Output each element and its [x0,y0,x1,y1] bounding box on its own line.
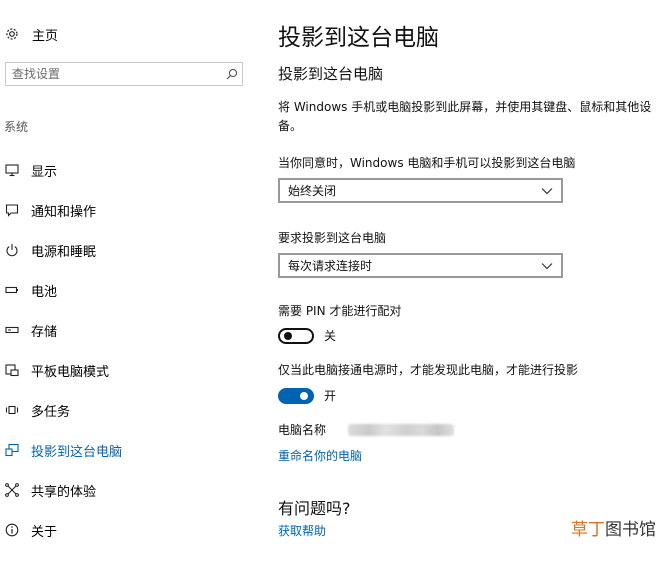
watermark: 草丁 图书馆 [571,515,656,540]
chevron-down-icon [541,260,553,272]
storage-icon [4,322,20,338]
sidebar-item-about[interactable]: 关于 [0,510,258,550]
power-toggle-state: 开 [324,389,337,403]
toggle-knob [300,391,308,400]
project-icon [4,442,20,458]
description-text: 将 Windows 手机或电脑投影到此屏幕，并使用其键盘、鼠标和其他设备。 [278,100,652,133]
power-icon [4,242,20,258]
sidebar: 主页 系统 显示 通知和操作 电源和睡眠 [0,0,258,561]
sidebar-item-project-to-pc[interactable]: 投影到这台电脑 [0,430,258,470]
sidebar-item-label: 平板电脑模式 [31,364,110,380]
sidebar-item-storage[interactable]: 存储 [0,310,258,350]
sidebar-nav: 显示 通知和操作 电源和睡眠 电池 存储 平板电脑模式 多任务 投影到这台电脑 … [0,150,258,550]
info-icon [4,522,20,538]
request-label: 要求投影到这台电脑 [278,231,387,245]
share-icon [4,482,20,498]
power-toggle[interactable] [278,387,314,404]
sidebar-item-label: 电池 [31,284,58,300]
section-title: 投影到这台电脑 [278,65,384,83]
search-input[interactable] [6,64,222,84]
pin-label: 需要 PIN 才能进行配对 [278,304,402,318]
chevron-down-icon [541,185,553,197]
watermark-part2: 图书馆 [605,520,656,540]
pin-toggle[interactable] [278,327,314,344]
sidebar-item-notifications[interactable]: 通知和操作 [0,190,258,230]
sidebar-item-label: 显示 [31,164,58,180]
sidebar-item-label: 电源和睡眠 [31,244,97,260]
consent-label: 当你同意时，Windows 电脑和手机可以投影到这台电脑 [278,156,576,170]
pc-name-row: 电脑名称 [278,421,455,438]
consent-dropdown-value: 始终关闭 [288,184,337,198]
pin-toggle-state: 关 [324,329,337,343]
consent-dropdown[interactable]: 始终关闭 [278,178,563,203]
page-title: 投影到这台电脑 [278,25,439,51]
pin-toggle-row: 关 [278,327,336,344]
power-toggle-row: 开 [278,387,336,404]
sidebar-item-power-sleep[interactable]: 电源和睡眠 [0,230,258,270]
sidebar-item-label: 关于 [31,524,58,540]
sidebar-item-label: 存储 [31,324,58,340]
sidebar-item-display[interactable]: 显示 [0,150,258,190]
sidebar-item-tablet-mode[interactable]: 平板电脑模式 [0,350,258,390]
rename-pc-link[interactable]: 重命名你的电脑 [278,447,362,464]
home-label: 主页 [32,28,59,44]
get-help-link[interactable]: 获取帮助 [278,522,326,539]
watermark-part1: 草丁 [571,520,605,540]
request-dropdown[interactable]: 每次请求连接时 [278,253,563,278]
sidebar-item-battery[interactable]: 电池 [0,270,258,310]
main-content: 投影到这台电脑 投影到这台电脑 将 Windows 手机或电脑投影到此屏幕，并使… [278,0,666,561]
pc-name-label: 电脑名称 [278,423,327,437]
gear-icon [4,26,20,42]
power-label: 仅当此电脑接通电源时，才能发现此电脑，才能进行投影 [278,363,579,377]
sidebar-item-label: 投影到这台电脑 [31,444,123,460]
sidebar-item-multitasking[interactable]: 多任务 [0,390,258,430]
home-nav-item[interactable]: 主页 [4,22,58,46]
sidebar-item-label: 多任务 [31,404,71,420]
monitor-icon [4,162,20,178]
sidebar-item-label: 通知和操作 [31,204,97,220]
sidebar-item-shared-experiences[interactable]: 共享的体验 [0,470,258,510]
tablet-mode-icon [4,362,20,378]
search-icon[interactable] [222,64,242,84]
sidebar-item-label: 共享的体验 [31,484,97,500]
section-label-system: 系统 [4,120,29,134]
message-icon [4,202,20,218]
toggle-knob [284,331,292,340]
pc-name-value-blurred [348,423,455,436]
battery-icon [4,282,20,298]
search-box[interactable] [5,62,243,86]
request-dropdown-value: 每次请求连接时 [288,259,373,273]
multitask-icon [4,402,20,418]
question-title: 有问题吗? [278,499,351,518]
